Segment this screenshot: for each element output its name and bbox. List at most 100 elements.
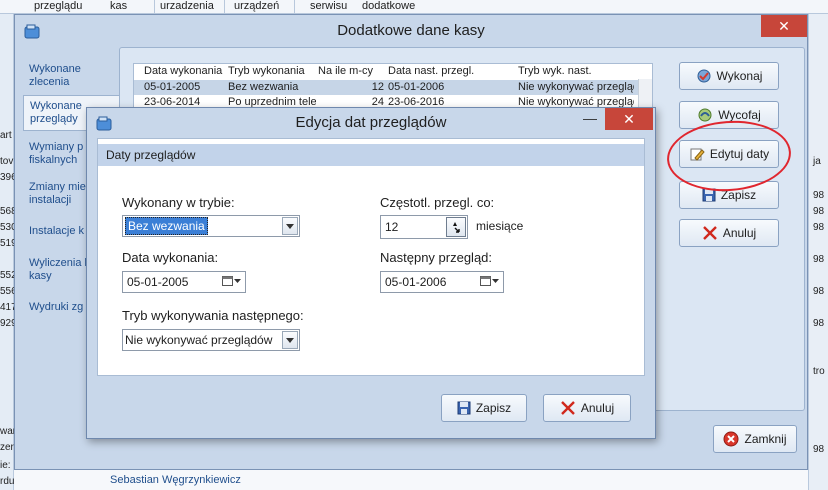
- bg-menu-item[interactable]: serwisu: [310, 0, 347, 12]
- czestotl-value: 12: [385, 220, 399, 234]
- nav-item-wykonane-zlecenia[interactable]: Wykonane zlecenia: [23, 59, 119, 93]
- bg-menu-item[interactable]: kas: [110, 0, 127, 12]
- chevron-down-icon[interactable]: [282, 331, 298, 349]
- background-footer: Sebastian Węgrzynkiewicz: [14, 468, 808, 490]
- nastepny-label: Następny przegląd:: [380, 250, 493, 265]
- data-wykonania-value: 05-01-2005: [127, 275, 189, 289]
- bg-left-text: zer: [0, 442, 14, 453]
- cancel-x-icon: [560, 401, 575, 415]
- czestotl-unit: miesiące: [476, 219, 524, 233]
- wykonany-value: Bez wezwania: [125, 217, 208, 235]
- app-icon: [23, 21, 41, 53]
- wycofaj-button[interactable]: Wycofaj: [679, 101, 779, 129]
- edytuj-daty-button[interactable]: Edytuj daty: [679, 140, 779, 168]
- wycofaj-icon: [698, 108, 712, 122]
- background-left-column: art tov 396 568 530 519 552 556 417 929 …: [0, 14, 17, 490]
- dialog-zapisz-button[interactable]: Zapisz: [441, 394, 527, 422]
- column-header[interactable]: Na ile m-cy: [318, 64, 388, 79]
- wykonany-label: Wykonany w trybie:: [122, 195, 235, 210]
- section-header: Daty przeglądów: [98, 144, 644, 166]
- nav-label: Wykonane zlecenia: [29, 63, 81, 88]
- zamknij-label: Zamknij: [744, 432, 787, 446]
- bg-right-text: 98: [813, 286, 825, 297]
- data-wykonania-field[interactable]: 05-01-2005: [122, 271, 246, 293]
- nav-label: Wykonane przeglądy: [30, 100, 82, 125]
- table-cell: 05-01-2005: [144, 81, 201, 93]
- wykonany-combo[interactable]: Bez wezwania: [122, 215, 300, 237]
- bg-right-text: 98: [813, 254, 825, 265]
- wykonaj-button[interactable]: Wykonaj: [679, 62, 779, 90]
- main-window-title: Dodatkowe dane kasy: [337, 22, 485, 39]
- nastepny-value: 05-01-2006: [385, 275, 447, 289]
- nav-label: Zmiany mie instalacji: [29, 181, 86, 206]
- zapisz-main-button[interactable]: Zapisz: [679, 181, 779, 209]
- calendar-icon[interactable]: [480, 275, 499, 286]
- bg-left-text: ie:: [0, 460, 11, 471]
- edit-dates-dialog: Edycja dat przeglądów — ✕ Daty przeglądó…: [86, 107, 656, 439]
- tryb-nastepnego-value: Nie wykonywać przeglądów: [125, 333, 273, 347]
- nav-label: Wydruki zg: [29, 301, 84, 313]
- table-cell: 05-01-2006: [388, 81, 445, 93]
- bg-left-text: tov: [0, 156, 14, 167]
- column-header[interactable]: Data nast. przegl.: [388, 64, 516, 79]
- table-cell: Nie wykonywać przeglądó: [518, 81, 634, 93]
- nastepny-field[interactable]: 05-01-2006: [380, 271, 504, 293]
- bg-right-text: 98: [813, 222, 825, 233]
- background-right-column: ja 98 98 98 98 98 98 tro 98: [808, 14, 828, 490]
- bg-menu-item[interactable]: urzadzenia: [160, 0, 214, 12]
- calendar-icon[interactable]: [222, 275, 241, 286]
- main-titlebar: Dodatkowe dane kasy ✕: [15, 15, 807, 47]
- column-header[interactable]: Tryb wyk. nast.: [518, 64, 648, 79]
- bg-menu-item[interactable]: urządzeń: [234, 0, 279, 12]
- close-circle-icon: [723, 431, 739, 447]
- bg-left-text: art: [0, 130, 12, 141]
- data-wykonania-label: Data wykonania:: [122, 250, 219, 265]
- spinner-updown-icon[interactable]: [446, 217, 466, 237]
- background-menubar: przeglądu kas urzadzenia urządzeń serwis…: [0, 0, 828, 14]
- column-header[interactable]: Tryb wykonania: [228, 64, 316, 79]
- dialog-body: Daty przeglądów Wykonany w trybie: Bez w…: [97, 138, 645, 376]
- tryb-nastepnego-combo[interactable]: Nie wykonywać przeglądów: [122, 329, 300, 351]
- dialog-zapisz-label: Zapisz: [475, 401, 512, 415]
- table-row[interactable]: 05-01-2005 Bez wezwania 12 05-01-2006 Ni…: [134, 80, 652, 95]
- table-header: Data wykonania Tryb wykonania Na ile m-c…: [134, 64, 652, 79]
- nav-label: Instalacje k: [29, 225, 85, 237]
- dialog-anuluj-label: Anuluj: [580, 401, 615, 415]
- nav-label: Wyliczenia k kasy: [29, 257, 91, 282]
- edit-icon: [690, 148, 705, 161]
- bg-right-text: 98: [813, 190, 825, 201]
- dialog-close-button[interactable]: ✕: [605, 108, 653, 130]
- zamknij-button[interactable]: Zamknij: [713, 425, 797, 453]
- wycofaj-label: Wycofaj: [718, 108, 761, 122]
- tryb-nastepnego-label: Tryb wykonywania następnego:: [122, 308, 304, 323]
- column-header[interactable]: Data wykonania: [144, 64, 226, 79]
- dialog-anuluj-button[interactable]: Anuluj: [543, 394, 631, 422]
- wykonaj-label: Wykonaj: [716, 69, 763, 83]
- main-close-button[interactable]: ✕: [761, 15, 807, 37]
- bg-user-name: Sebastian Węgrzynkiewicz: [110, 474, 241, 486]
- bg-right-text: ja: [813, 156, 821, 167]
- dialog-titlebar: Edycja dat przeglądów: [87, 108, 655, 138]
- cancel-x-icon: [702, 226, 717, 240]
- save-icon: [702, 188, 716, 202]
- bg-right-text: 98: [813, 444, 825, 455]
- czestotl-label: Częstotl. przegl. co:: [380, 195, 495, 210]
- table-cell: 12: [371, 81, 384, 93]
- anuluj-main-label: Anuluj: [722, 226, 757, 240]
- bg-menu-item[interactable]: przeglądu: [34, 0, 82, 12]
- nav-label: Wymiany p fiskalnych: [29, 141, 84, 166]
- bg-right-text: tro: [813, 366, 825, 377]
- zapisz-main-label: Zapisz: [720, 188, 757, 202]
- bg-right-text: 98: [813, 206, 825, 217]
- dialog-minimize-button[interactable]: —: [575, 108, 605, 130]
- save-icon: [457, 401, 471, 415]
- bg-menu-item[interactable]: dodatkowe: [362, 0, 415, 12]
- dialog-title: Edycja dat przeglądów: [295, 114, 447, 131]
- chevron-down-icon[interactable]: [282, 217, 298, 235]
- bg-right-text: 98: [813, 318, 825, 329]
- czestotl-spinner[interactable]: 12: [380, 215, 468, 239]
- edytuj-daty-label: Edytuj daty: [709, 147, 770, 161]
- anuluj-main-button[interactable]: Anuluj: [679, 219, 779, 247]
- wykonaj-icon: [697, 69, 711, 83]
- table-cell: Bez wezwania: [228, 81, 299, 93]
